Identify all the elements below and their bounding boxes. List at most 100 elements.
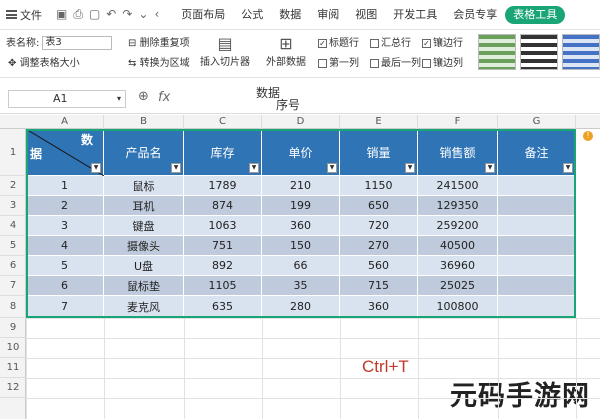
tab-3[interactable]: 审阅 [309, 0, 347, 30]
table-cell[interactable] [498, 296, 576, 318]
fx-icon[interactable]: fx [158, 90, 170, 105]
option-3[interactable]: 第一列 [318, 54, 359, 69]
table-cell[interactable]: 635 [184, 296, 262, 318]
table-cell[interactable]: 1789 [184, 176, 262, 196]
table-cell[interactable]: 36960 [418, 256, 498, 276]
print-icon[interactable]: ⎙ [73, 7, 83, 22]
column-header-F[interactable]: F [418, 115, 498, 129]
file-menu[interactable]: 文件 [0, 0, 48, 30]
tab-6[interactable]: 会员专享 [445, 0, 505, 30]
tab-7[interactable]: 表格工具 [505, 5, 566, 24]
external-data-button[interactable]: ⊞ 外部数据 [262, 34, 310, 68]
filter-dropdown-icon[interactable]: ▼ [563, 163, 573, 173]
header-cell[interactable]: 销售额 ▼ [418, 129, 498, 176]
checkbox-icon[interactable]: ✓ [318, 38, 327, 48]
column-header-A[interactable]: A [26, 115, 104, 129]
tab-1[interactable]: 公式 [233, 0, 271, 30]
column-header-D[interactable]: D [262, 115, 340, 129]
row-header-10[interactable]: 10 [0, 338, 26, 358]
table-style-swatch-3[interactable] [562, 34, 600, 70]
row-header-12[interactable]: 12 [0, 378, 26, 398]
remove-duplicates-button[interactable]: ⊟ 删除重复项 [128, 34, 190, 49]
option-5[interactable]: 镶边列 [422, 54, 463, 69]
table-cell[interactable]: 7 [26, 296, 104, 318]
column-header-C[interactable]: C [184, 115, 262, 129]
insert-slicer-button[interactable]: ▤ 插入切片器 [200, 34, 250, 68]
resize-table-button[interactable]: ✥ 调整表格大小 [8, 54, 80, 69]
tab-4[interactable]: 视图 [347, 0, 385, 30]
row-header-8[interactable]: 8 [0, 296, 26, 318]
table-cell[interactable]: 2 [26, 196, 104, 216]
preview-icon[interactable]: ▢ [89, 7, 100, 22]
table-cell[interactable]: 129350 [418, 196, 498, 216]
table-cell[interactable]: 66 [262, 256, 340, 276]
table-cell[interactable] [498, 276, 576, 296]
table-cell[interactable] [498, 236, 576, 256]
table-cell[interactable]: 25025 [418, 276, 498, 296]
column-header-G[interactable]: G [498, 115, 576, 129]
table-cell[interactable]: 560 [340, 256, 418, 276]
table-cell[interactable] [498, 176, 576, 196]
table-cell[interactable]: 1150 [340, 176, 418, 196]
table-cell[interactable]: 1 [26, 176, 104, 196]
row-header-6[interactable]: 6 [0, 256, 26, 276]
table-cell[interactable]: 1063 [184, 216, 262, 236]
row-header-9[interactable]: 9 [0, 318, 26, 338]
checkbox-icon[interactable] [318, 58, 327, 68]
filter-dropdown-icon[interactable]: ▼ [327, 163, 337, 173]
header-cell[interactable]: 库存 ▼ [184, 129, 262, 176]
checkbox-icon[interactable]: ✓ [422, 38, 431, 48]
row-header-11[interactable]: 11 [0, 358, 26, 378]
header-cell[interactable]: 销量 ▼ [340, 129, 418, 176]
table-cell[interactable]: 6 [26, 276, 104, 296]
option-0[interactable]: ✓ 标题行 [318, 34, 359, 49]
header-cell[interactable]: 备注 ▼ [498, 129, 576, 176]
chevron-down-icon[interactable]: ⌄ [138, 7, 148, 22]
chevron-left-icon[interactable]: ‹ [154, 7, 159, 22]
table-cell[interactable]: 210 [262, 176, 340, 196]
column-header-B[interactable]: B [104, 115, 184, 129]
checkbox-icon[interactable] [370, 58, 379, 68]
table-cell[interactable]: 270 [340, 236, 418, 256]
table-cell[interactable]: 650 [340, 196, 418, 216]
formula-input[interactable]: 数据 序号 [200, 87, 600, 113]
checkbox-icon[interactable] [422, 58, 431, 68]
header-cell[interactable]: 产品名 ▼ [104, 129, 184, 176]
table-cell[interactable]: 892 [184, 256, 262, 276]
table-cell[interactable]: 耳机 [104, 196, 184, 216]
row-header-2[interactable]: 2 [0, 176, 26, 196]
table-cell[interactable]: 麦克风 [104, 296, 184, 318]
filter-dropdown-icon[interactable]: ▼ [485, 163, 495, 173]
zoom-icon[interactable]: ⊕ [138, 89, 149, 104]
filter-dropdown-icon[interactable]: ▼ [249, 163, 259, 173]
table-cell[interactable]: U盘 [104, 256, 184, 276]
table-cell[interactable]: 摄像头 [104, 236, 184, 256]
redo-icon[interactable]: ↷ [122, 7, 132, 22]
table-cell[interactable]: 3 [26, 216, 104, 236]
undo-icon[interactable]: ↶ [106, 7, 116, 22]
header-cell-a1[interactable]: 数据 ▼ [26, 129, 104, 176]
row-header-1[interactable]: 1 [0, 129, 26, 176]
filter-dropdown-icon[interactable]: ▼ [91, 163, 101, 173]
table-cell[interactable]: 360 [262, 216, 340, 236]
option-2[interactable]: ✓ 镶边行 [422, 34, 463, 49]
table-cell[interactable] [498, 196, 576, 216]
row-header-7[interactable]: 7 [0, 276, 26, 296]
table-cell[interactable]: 874 [184, 196, 262, 216]
tab-5[interactable]: 开发工具 [385, 0, 445, 30]
table-cell[interactable]: 100800 [418, 296, 498, 318]
table-cell[interactable]: 241500 [418, 176, 498, 196]
warning-icon[interactable]: ! [583, 131, 593, 141]
table-cell[interactable]: 35 [262, 276, 340, 296]
tab-2[interactable]: 数据 [271, 0, 309, 30]
convert-to-range-button[interactable]: ⇆ 转换为区域 [128, 54, 190, 69]
checkbox-icon[interactable] [370, 38, 379, 48]
table-cell[interactable]: 40500 [418, 236, 498, 256]
table-cell[interactable]: 5 [26, 256, 104, 276]
table-cell[interactable]: 鼠标垫 [104, 276, 184, 296]
table-cell[interactable] [498, 216, 576, 236]
row-header-4[interactable]: 4 [0, 216, 26, 236]
table-cell[interactable] [498, 256, 576, 276]
table-cell[interactable]: 259200 [418, 216, 498, 236]
column-header-E[interactable]: E [340, 115, 418, 129]
